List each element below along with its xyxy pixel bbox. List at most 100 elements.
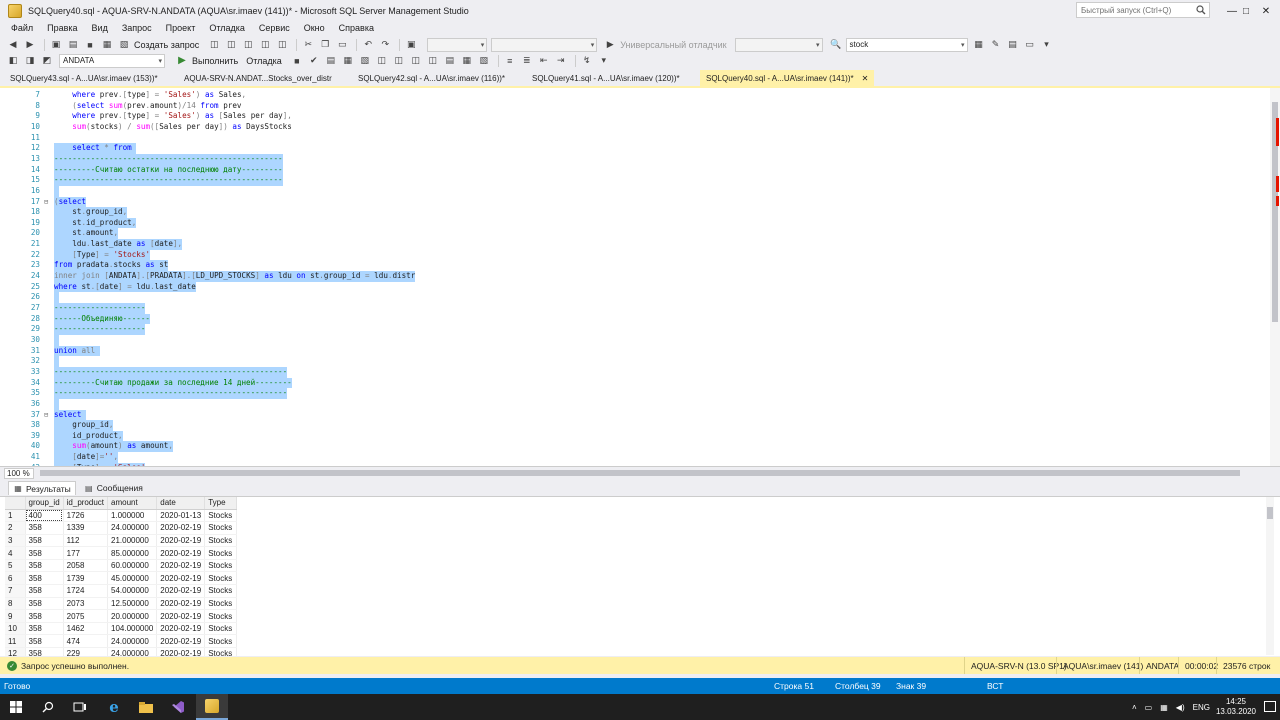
row-number[interactable]: 4	[5, 546, 26, 560]
results-vertical-scrollbar[interactable]	[1266, 497, 1274, 655]
results-file-icon[interactable]: ▧	[477, 54, 491, 68]
code-line[interactable]: 22 [Type] = 'Stocks'	[0, 249, 1268, 261]
uncomment-icon[interactable]: ≣	[520, 54, 534, 68]
collapse-toggle-icon[interactable]: ⊟	[44, 410, 48, 421]
close-button[interactable]: ✕	[1252, 0, 1280, 22]
menu-view[interactable]: Вид	[85, 23, 115, 33]
object-explorer-icon[interactable]: ◧	[6, 54, 20, 68]
table-cell[interactable]: 2020-02-19	[156, 597, 206, 611]
table-cell[interactable]: 104.000000	[107, 622, 158, 636]
column-header[interactable]: date	[156, 497, 206, 510]
table-row[interactable]: 3 358 112 21.000000 2020-02-19 Stocks	[5, 534, 238, 548]
table-cell[interactable]: 1726	[63, 509, 109, 523]
code-line[interactable]: 41 [date]='',	[0, 452, 1268, 463]
search-taskbar-button[interactable]	[32, 694, 64, 720]
tab-sqlquery42[interactable]: SQLQuery42.sql - A...UA\sr.imaev (116))*	[352, 70, 526, 87]
table-cell[interactable]: 2020-02-19	[156, 546, 206, 560]
code-line[interactable]: 19 st.id_product,	[0, 217, 1268, 229]
code-line[interactable]: 37 ⊟ select	[0, 409, 1268, 421]
row-number[interactable]: 3	[5, 534, 26, 548]
menu-debug[interactable]: Отладка	[202, 23, 252, 33]
row-number-header[interactable]	[5, 497, 26, 510]
save-icon[interactable]: ■	[83, 38, 97, 52]
code-line[interactable]: 39 id_product,	[0, 430, 1268, 442]
task-view-button[interactable]	[64, 694, 96, 720]
row-number[interactable]: 10	[5, 622, 26, 636]
decrease-indent-icon[interactable]: ⇤	[537, 54, 551, 68]
column-header[interactable]: group_id	[25, 497, 64, 510]
tab-sqlquery41[interactable]: SQLQuery41.sql - A...UA\sr.imaev (120))*	[526, 70, 700, 87]
increase-indent-icon[interactable]: ⇥	[554, 54, 568, 68]
menu-edit[interactable]: Правка	[40, 23, 84, 33]
platform-combo[interactable]: ▾	[491, 37, 598, 52]
code-line[interactable]: 8 (select sum(prev.amount)/14 from prev	[0, 101, 1268, 112]
code-line[interactable]: 23 from pradata.stocks as st	[0, 260, 1268, 272]
table-row[interactable]: 11 358 474 24.000000 2020-02-19 Stocks	[5, 634, 238, 649]
find-in-files-icon[interactable]: 🔍	[829, 38, 843, 52]
forward-icon[interactable]: ▶	[23, 38, 37, 52]
edge-browser-icon[interactable]: e	[98, 694, 130, 720]
query-editor[interactable]: 7 where prev.[type] = 'Sales') as Sales,…	[0, 88, 1270, 466]
new-query-button[interactable]: Создать запрос	[134, 40, 199, 50]
toolbar-options-icon[interactable]: ▾	[1040, 38, 1054, 52]
table-cell[interactable]: 358	[25, 609, 64, 623]
menu-tools[interactable]: Сервис	[252, 23, 297, 33]
row-number[interactable]: 7	[5, 584, 26, 598]
analysis-query-icon[interactable]: ◫	[224, 38, 238, 52]
column-header[interactable]: amount	[107, 497, 158, 510]
table-cell[interactable]: 2073	[63, 597, 109, 611]
menu-help[interactable]: Справка	[332, 23, 381, 33]
table-row[interactable]: 10 358 1462 104.000000 2020-02-19 Stocks	[5, 622, 238, 636]
table-cell[interactable]: 358	[25, 584, 64, 598]
code-line[interactable]: 17 ⊟ (select	[0, 196, 1268, 208]
table-cell[interactable]: 358	[25, 597, 64, 611]
table-cell[interactable]: 60.000000	[107, 559, 158, 573]
table-cell[interactable]: Stocks	[204, 521, 238, 535]
code-line[interactable]: 38 group_id,	[0, 420, 1268, 431]
table-cell[interactable]: 45.000000	[107, 571, 158, 586]
code-line[interactable]: 7 where prev.[type] = 'Sales') as Sales,	[0, 90, 1268, 101]
toolbar2-options-icon[interactable]: ▾	[597, 54, 611, 68]
solution-config-combo[interactable]: ▾	[427, 37, 488, 52]
table-row[interactable]: 5 358 2058 60.000000 2020-02-19 Stocks	[5, 559, 238, 573]
table-cell[interactable]: 2020-01-13	[156, 509, 206, 523]
start-button[interactable]	[0, 694, 32, 720]
row-number[interactable]: 1	[5, 509, 26, 523]
code-line[interactable]: 35 --------------------------------------…	[0, 388, 1268, 399]
properties-icon[interactable]: ▦	[972, 38, 986, 52]
row-number[interactable]: 11	[5, 634, 26, 649]
table-cell[interactable]: 177	[63, 546, 109, 560]
window-layout-icon[interactable]: ▭	[1023, 38, 1037, 52]
input-language[interactable]: ENG	[1193, 703, 1210, 712]
zoom-level[interactable]: 100 %	[4, 468, 34, 479]
copy-icon[interactable]: ❐	[318, 38, 332, 52]
table-cell[interactable]: 1.000000	[107, 509, 158, 523]
parse-checkmark-icon[interactable]: ✔	[307, 54, 321, 68]
find-combo[interactable]: stock ▾	[845, 37, 968, 52]
collapse-toggle-icon[interactable]: ⊟	[44, 197, 48, 208]
back-icon[interactable]: ◀	[6, 38, 20, 52]
debug-button[interactable]: Отладка	[246, 56, 282, 66]
editor-horizontal-scrollbar[interactable]	[40, 470, 1240, 476]
row-number[interactable]: 8	[5, 597, 26, 611]
code-line[interactable]: 11	[0, 133, 1268, 144]
quick-launch-input[interactable]: Быстрый запуск (Ctrl+Q)	[1076, 2, 1210, 18]
specify-values-icon[interactable]: ↯	[580, 54, 594, 68]
row-number[interactable]: 12	[5, 647, 26, 656]
db-query-icon[interactable]: ◫	[207, 38, 221, 52]
undo-icon[interactable]: ↶	[361, 38, 375, 52]
table-row[interactable]: 9 358 2075 20.000000 2020-02-19 Stocks	[5, 609, 238, 623]
code-line[interactable]: 25 where st.[date] = ldu.last_date	[0, 281, 1268, 293]
column-header[interactable]: Type	[204, 497, 238, 510]
table-cell[interactable]: 2020-02-19	[156, 584, 206, 598]
include-plan-icon[interactable]: ◫	[392, 54, 406, 68]
table-cell[interactable]: 2020-02-19	[156, 622, 206, 636]
table-cell[interactable]: Stocks	[204, 584, 238, 598]
dmx-query-icon[interactable]: ◫	[258, 38, 272, 52]
table-cell[interactable]: 2020-02-19	[156, 647, 206, 656]
code-line[interactable]: 30	[0, 334, 1268, 346]
intellisense-icon[interactable]: ◫	[375, 54, 389, 68]
file-explorer-icon[interactable]	[130, 694, 162, 720]
table-cell[interactable]: 2020-02-19	[156, 634, 206, 649]
network-icon[interactable]: ▦	[1160, 703, 1168, 712]
